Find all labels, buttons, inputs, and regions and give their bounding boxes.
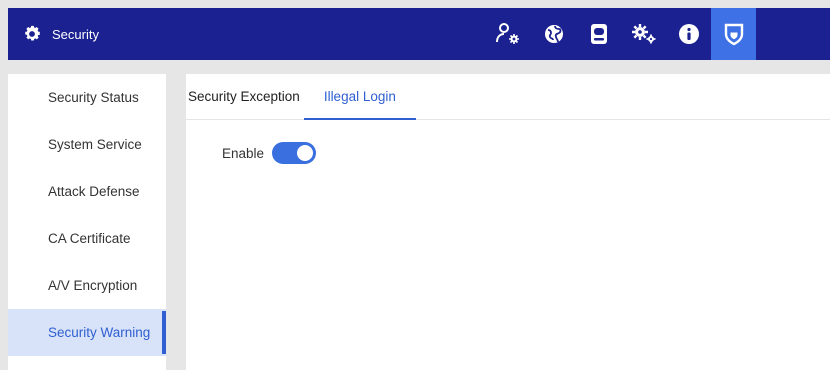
main-panel: Security Exception Illegal Login Enable bbox=[186, 74, 830, 370]
info-icon[interactable] bbox=[666, 8, 711, 60]
toggle-knob bbox=[297, 145, 314, 161]
storage-drive-icon[interactable] bbox=[576, 8, 621, 60]
user-settings-icon[interactable] bbox=[486, 8, 531, 60]
enable-toggle[interactable] bbox=[272, 142, 317, 164]
sidebar-item-label: A/V Encryption bbox=[48, 278, 138, 293]
header-title-group: Security bbox=[22, 8, 99, 60]
network-globe-icon[interactable] bbox=[531, 8, 576, 60]
tab-label: Security Exception bbox=[188, 89, 300, 104]
gear-icon bbox=[22, 24, 42, 44]
sidebar-item-av-encryption[interactable]: A/V Encryption bbox=[8, 262, 166, 309]
sidebar-item-label: System Service bbox=[48, 137, 142, 152]
sidebar-item-ca-certificate[interactable]: CA Certificate bbox=[8, 215, 166, 262]
sidebar-item-attack-defense[interactable]: Attack Defense bbox=[8, 168, 166, 215]
page-title: Security bbox=[52, 26, 99, 42]
enable-label: Enable bbox=[222, 145, 265, 161]
tab-security-exception[interactable]: Security Exception bbox=[186, 74, 302, 119]
header-icon-bar bbox=[486, 8, 756, 60]
shield-icon[interactable] bbox=[711, 8, 756, 60]
top-bar: Security bbox=[8, 8, 830, 60]
app-window: Security Security Status System Service … bbox=[0, 0, 830, 370]
sidebar-item-label: Attack Defense bbox=[48, 184, 140, 199]
system-settings-icon[interactable] bbox=[621, 8, 666, 60]
sidebar-item-system-service[interactable]: System Service bbox=[8, 121, 166, 168]
sidebar: Security Status System Service Attack De… bbox=[8, 74, 166, 370]
sidebar-item-label: Security Status bbox=[48, 90, 139, 105]
tab-bar: Security Exception Illegal Login bbox=[186, 74, 830, 120]
sidebar-item-label: CA Certificate bbox=[48, 231, 131, 246]
sidebar-item-security-status[interactable]: Security Status bbox=[8, 74, 166, 121]
sidebar-item-security-warning[interactable]: Security Warning bbox=[8, 309, 166, 356]
tab-label: Illegal Login bbox=[323, 89, 396, 104]
enable-row: Enable bbox=[222, 142, 317, 164]
tab-illegal-login[interactable]: Illegal Login bbox=[303, 74, 416, 120]
sidebar-item-label: Security Warning bbox=[48, 325, 151, 340]
